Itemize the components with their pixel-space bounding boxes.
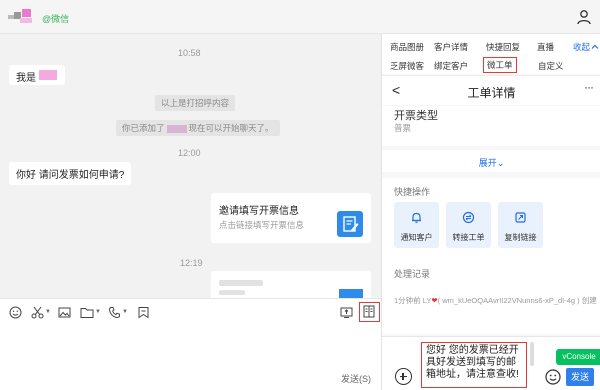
panel-title: 工单详情: [467, 86, 516, 100]
expand-section: 展开⌄: [382, 150, 600, 172]
chat-history[interactable]: 10:58 我是 以上是打招呼内容 你已添加了 现在可以开始聊天了。 12:00 …: [0, 34, 381, 298]
redacted-name: [39, 70, 57, 80]
timestamp: 12:00: [178, 148, 201, 158]
message-greeting[interactable]: 我是: [9, 65, 65, 85]
tab-customer-details[interactable]: 客户详情: [434, 41, 468, 53]
timestamp: 10:58: [178, 48, 201, 58]
work-order-panel-icon: [363, 305, 375, 318]
chat-toolbar: ▼ ▼ ▼: [0, 298, 381, 324]
copy-link-button[interactable]: 复制链接: [498, 202, 543, 248]
chevron-up-icon[interactable]: [591, 43, 599, 51]
emoji-icon[interactable]: [9, 304, 22, 320]
card-title: 邀请填写开票信息: [219, 206, 299, 217]
input-scrollbar[interactable]: [530, 342, 534, 366]
notify-customer-button[interactable]: 通知客户: [394, 202, 439, 248]
action-label: 复制链接: [504, 233, 537, 242]
copy-link-icon: [515, 212, 526, 223]
sidebar-panel: 商品图册 客户详情 快捷回复 直播 收起 乏屏微客 绑定客户 微工单 自定义 <…: [381, 34, 600, 390]
emoji-icon[interactable]: [545, 369, 561, 385]
transfer-icon: [462, 211, 475, 224]
message-question[interactable]: 你好 请问发票如何申请?: [9, 162, 132, 185]
phone-icon[interactable]: ▼: [108, 304, 128, 320]
tab-quick-reply[interactable]: 快捷回复: [486, 41, 520, 53]
redacted-text: [219, 290, 245, 295]
tab-product-album[interactable]: 商品图册: [390, 41, 424, 53]
image-icon[interactable]: [58, 304, 71, 320]
send-button[interactable]: 发送(S): [341, 372, 371, 385]
contact-avatar[interactable]: [8, 9, 36, 25]
bell-icon: [412, 212, 421, 223]
folder-icon[interactable]: ▼: [80, 304, 101, 320]
field-label: 开票类型: [394, 110, 438, 122]
form-edit-icon: [337, 211, 363, 237]
tab-work-order[interactable]: 微工单: [483, 57, 517, 73]
section-title: 处理记录: [394, 269, 431, 279]
timestamp: 12:19: [180, 258, 203, 268]
record-entry: 1分钟前 LY❤( wm_kUeOQAAvrII22VNunns6-xP_dI-…: [394, 296, 597, 305]
collapse-button[interactable]: 收起: [573, 41, 590, 53]
send-button[interactable]: 发送: [566, 368, 594, 386]
section-title: 快捷操作: [394, 187, 431, 197]
work-order-panel-button[interactable]: [359, 302, 380, 322]
redacted-text: [219, 280, 263, 286]
reply-composer: 您好 您的发票已经开具好发送到填写的邮箱地址，请注意查收! vConsole 发…: [382, 336, 600, 390]
screen-share-icon[interactable]: [340, 304, 353, 320]
tab-bind-customer[interactable]: 绑定客户: [434, 60, 468, 72]
scissors-icon[interactable]: ▼: [31, 304, 51, 320]
message-text: 我是: [16, 73, 36, 84]
tab-custom[interactable]: 自定义: [538, 60, 564, 72]
add-attachment-icon[interactable]: [395, 368, 412, 385]
invoice-type-field: 开票类型 普票: [382, 106, 600, 146]
favorite-icon[interactable]: [137, 304, 150, 320]
message-input-area[interactable]: 发送(S): [0, 324, 381, 390]
expand-button[interactable]: 展开⌄: [382, 156, 600, 169]
reply-input[interactable]: 您好 您的发票已经开具好发送到填写的邮箱地址，请注意查收!: [421, 342, 527, 388]
person-icon[interactable]: [576, 9, 592, 25]
quick-actions-section: 快捷操作 通知客户 转接工单 复制链接: [382, 178, 600, 264]
more-button[interactable]: ···: [584, 80, 594, 94]
records-section: 处理记录 1分钟前 LY❤( wm_kUeOQAAvrII22VNunns6-x…: [382, 260, 600, 334]
card-subtitle: 点击链接填写开票信息: [219, 220, 305, 230]
vconsole-button[interactable]: vConsole: [556, 349, 600, 365]
sidebar-tabs: 商品图册 客户详情 快捷回复 直播 收起 乏屏微客 绑定客户 微工单 自定义: [382, 34, 600, 74]
tab-screen-guest[interactable]: 乏屏微客: [390, 60, 424, 72]
field-value: 普票: [394, 123, 412, 133]
card-thumbnail: [339, 289, 363, 298]
transfer-order-button[interactable]: 转接工单: [446, 202, 491, 248]
top-bar: @微信: [0, 0, 600, 34]
invoice-invite-card[interactable]: 邀请填写开票信息 点击链接填写开票信息: [211, 193, 371, 243]
system-message: 以上是打招呼内容: [155, 95, 236, 111]
work-order-header: < 工单详情 ···: [382, 75, 600, 105]
action-label: 通知客户: [400, 233, 433, 242]
action-label: 转接工单: [452, 233, 485, 242]
message-card-redacted[interactable]: [211, 271, 371, 298]
contact-source-tag: @微信: [42, 14, 70, 24]
system-message-added: 你已添加了 现在可以开始聊天了。: [116, 120, 280, 136]
chevron-down-icon: ⌄: [496, 158, 505, 168]
tab-live[interactable]: 直播: [537, 41, 554, 53]
